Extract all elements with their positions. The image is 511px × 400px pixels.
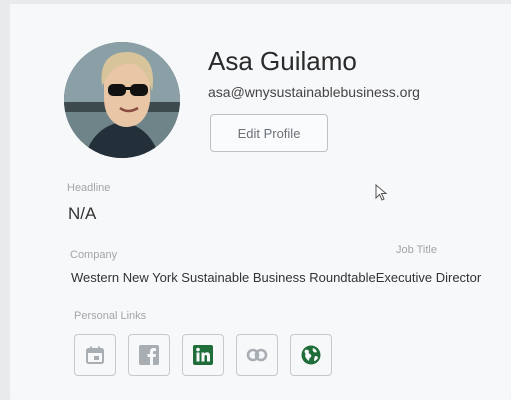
headline-value: N/A: [68, 204, 97, 223]
job-title-label: Job Title: [396, 244, 437, 256]
mouse-cursor-icon: [375, 184, 388, 201]
company-value: Western New York Sustainable Business Ro…: [71, 270, 376, 285]
globe-icon: [301, 345, 321, 365]
facebook-link-button[interactable]: [128, 334, 170, 376]
linkedin-icon: [193, 345, 213, 365]
job-title-value: Executive Director: [375, 270, 482, 285]
personal-links: [74, 334, 332, 376]
link-icon: [246, 348, 268, 362]
avatar: [64, 42, 180, 158]
website-link-button[interactable]: [290, 334, 332, 376]
linkedin-link-button[interactable]: [182, 334, 224, 376]
edit-profile-button[interactable]: Edit Profile: [210, 114, 328, 152]
company-job-line: Western New York Sustainable Business Ro…: [71, 270, 481, 285]
avatar-photo: [64, 42, 180, 158]
facebook-icon: [139, 345, 159, 365]
calendar-icon: [86, 346, 104, 364]
headline-label: Headline: [67, 182, 111, 194]
link-link-button[interactable]: [236, 334, 278, 376]
profile-email: asa@wnysustainablebusiness.org: [208, 84, 420, 100]
calendar-link-button[interactable]: [74, 334, 116, 376]
profile-screen: Asa Guilamo asa@wnysustainablebusiness.o…: [10, 4, 511, 400]
profile-name: Asa Guilamo: [208, 46, 357, 76]
company-label: Company: [70, 249, 118, 261]
personal-links-label: Personal Links: [74, 310, 147, 322]
